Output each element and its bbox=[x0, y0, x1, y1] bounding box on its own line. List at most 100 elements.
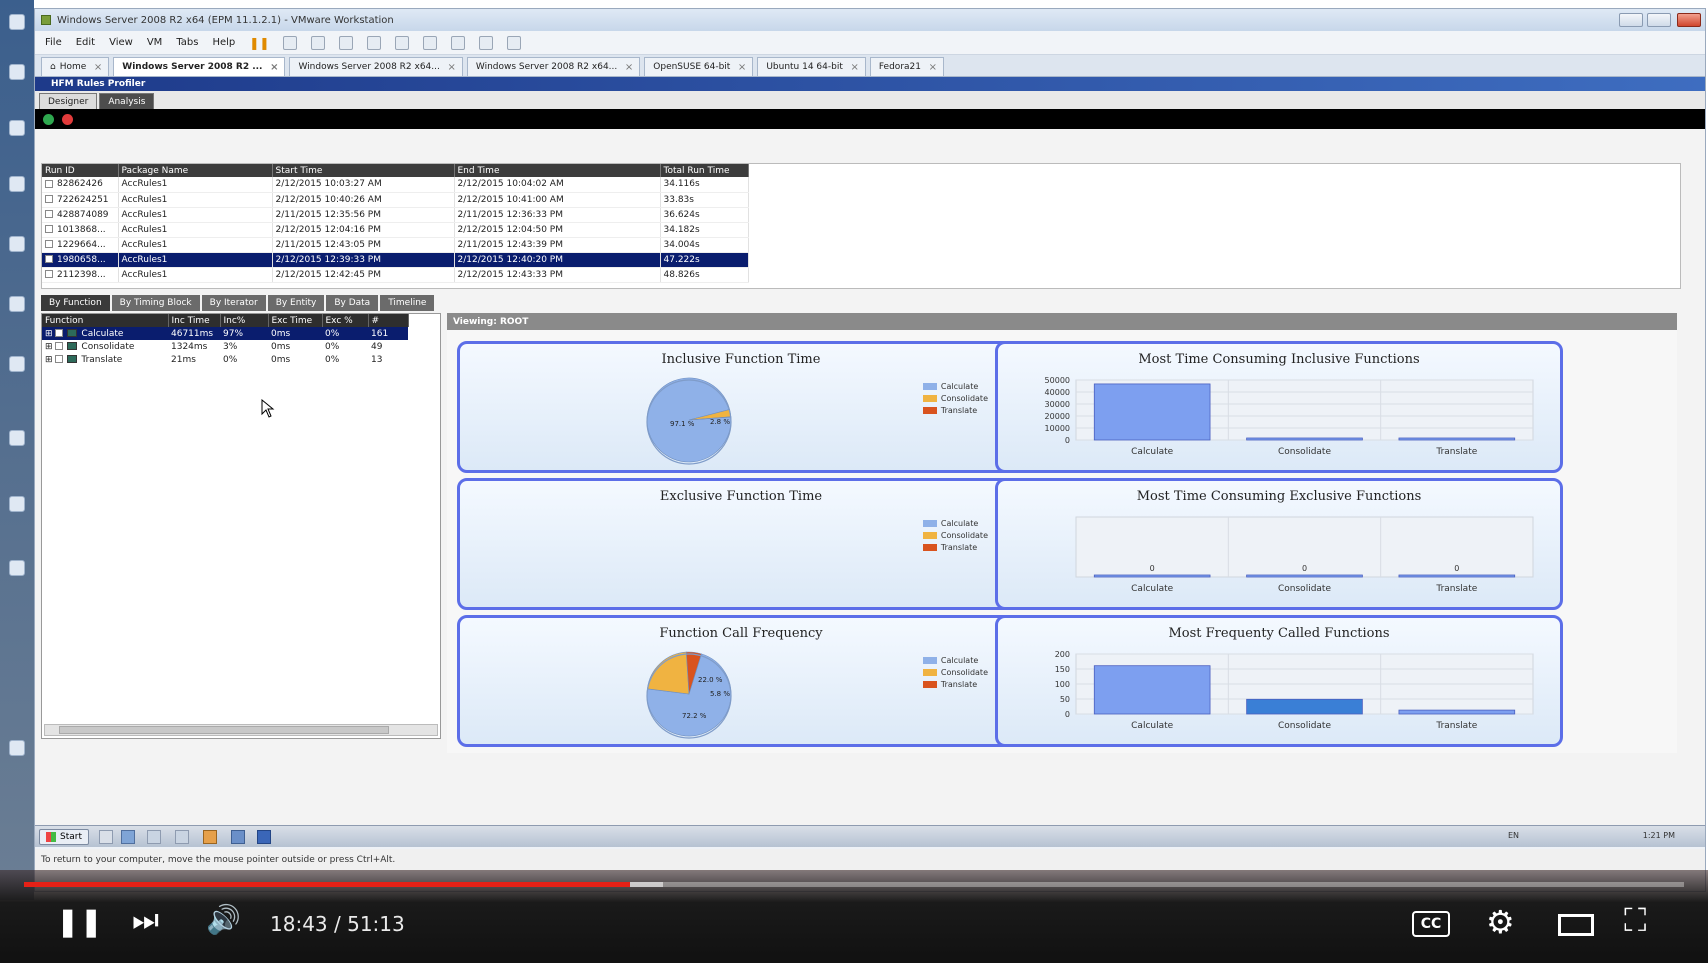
menu-file[interactable]: File bbox=[45, 37, 62, 48]
row-checkbox[interactable] bbox=[45, 270, 53, 278]
desktop-icon[interactable] bbox=[9, 236, 25, 252]
clock[interactable]: 1:21 PM bbox=[1643, 831, 1675, 840]
refresh-icon[interactable] bbox=[43, 113, 54, 125]
tab-by-entity[interactable]: By Entity bbox=[267, 295, 325, 311]
close-tab-icon[interactable]: × bbox=[270, 62, 278, 73]
pause-icon[interactable]: ❚❚ bbox=[249, 36, 269, 50]
taskbar-app-icon[interactable] bbox=[257, 830, 271, 844]
column-header[interactable]: # bbox=[368, 314, 409, 327]
stop-icon[interactable] bbox=[62, 113, 73, 125]
theater-mode-icon[interactable] bbox=[1558, 914, 1594, 936]
tab-opensuse[interactable]: OpenSUSE 64-bit × bbox=[644, 57, 754, 76]
desktop-icon[interactable] bbox=[9, 64, 25, 80]
close-tab-icon[interactable]: × bbox=[850, 62, 858, 73]
row-checkbox[interactable] bbox=[45, 179, 53, 188]
minimize-button[interactable] bbox=[1619, 13, 1643, 27]
tab-by-timing-block[interactable]: By Timing Block bbox=[111, 295, 200, 311]
menu-edit[interactable]: Edit bbox=[76, 37, 95, 48]
desktop-icon[interactable] bbox=[9, 14, 25, 30]
taskbar-app-icon[interactable] bbox=[203, 830, 217, 844]
tab-windows-server-3[interactable]: Windows Server 2008 R2 x64... × bbox=[466, 57, 641, 76]
desktop-icon[interactable] bbox=[9, 740, 25, 756]
close-tab-icon[interactable]: × bbox=[929, 62, 937, 73]
taskbar-app-icon[interactable] bbox=[99, 830, 113, 844]
tab-designer[interactable]: Designer bbox=[39, 93, 98, 109]
function-row[interactable]: ⊞ Calculate 46711ms 97% 0ms 0% 161 bbox=[42, 327, 408, 340]
horizontal-scrollbar[interactable] bbox=[44, 724, 438, 736]
snapshot-icon[interactable] bbox=[311, 35, 326, 50]
desktop-icon[interactable] bbox=[9, 560, 25, 576]
revert-snapshot-icon[interactable] bbox=[339, 35, 354, 50]
row-checkbox[interactable] bbox=[45, 225, 53, 233]
snapshot-manager-icon[interactable] bbox=[367, 35, 382, 50]
tab-timeline[interactable]: Timeline bbox=[380, 295, 435, 311]
tab-ubuntu[interactable]: Ubuntu 14 64-bit × bbox=[757, 57, 866, 76]
column-header[interactable]: End Time bbox=[454, 164, 661, 177]
desktop-icon[interactable] bbox=[9, 176, 25, 192]
tab-analysis[interactable]: Analysis bbox=[99, 93, 155, 109]
run-row[interactable]: 82862426 AccRules1 2/12/2015 10:03:27 AM 2/… bbox=[42, 177, 749, 193]
send-ctrl-alt-del-icon[interactable] bbox=[283, 35, 298, 50]
menu-view[interactable]: View bbox=[109, 37, 133, 48]
tab-windows-server-active[interactable]: Windows Server 2008 R2 ... × bbox=[113, 57, 286, 76]
row-checkbox[interactable] bbox=[55, 342, 64, 350]
preferences-icon[interactable] bbox=[507, 35, 522, 50]
desktop-icon[interactable] bbox=[9, 430, 25, 446]
menu-vm[interactable]: VM bbox=[147, 37, 162, 48]
taskbar-app-icon[interactable] bbox=[175, 830, 189, 844]
row-checkbox[interactable] bbox=[55, 329, 64, 337]
expand-icon[interactable]: ⊞ bbox=[45, 355, 55, 365]
desktop-icon[interactable] bbox=[9, 120, 25, 136]
row-checkbox[interactable] bbox=[45, 240, 53, 248]
row-checkbox[interactable] bbox=[55, 355, 64, 363]
close-tab-icon[interactable]: × bbox=[447, 62, 455, 73]
taskbar-app-icon[interactable] bbox=[147, 830, 161, 844]
column-header[interactable]: Start Time bbox=[272, 164, 455, 177]
run-row[interactable]: 428874089 AccRules1 2/11/2015 12:35:56 PM 2… bbox=[42, 207, 749, 223]
column-header[interactable]: Function bbox=[42, 314, 169, 327]
close-tab-icon[interactable]: × bbox=[625, 62, 633, 73]
menu-tabs[interactable]: Tabs bbox=[176, 37, 198, 48]
column-header[interactable]: Package Name bbox=[118, 164, 273, 177]
desktop-icon[interactable] bbox=[9, 496, 25, 512]
video-progress-bar[interactable] bbox=[24, 882, 1684, 887]
run-row[interactable]: 2112398... AccRules1 2/12/2015 12:42:45 PM… bbox=[42, 267, 749, 283]
language-indicator[interactable]: EN bbox=[1508, 831, 1519, 840]
row-checkbox[interactable] bbox=[45, 210, 53, 218]
tab-by-data[interactable]: By Data bbox=[326, 295, 379, 311]
row-checkbox[interactable] bbox=[45, 195, 53, 203]
volume-icon[interactable]: 🔊 bbox=[206, 906, 241, 934]
fullscreen-icon[interactable]: ⛶ bbox=[1624, 904, 1646, 936]
close-tab-icon[interactable]: × bbox=[738, 62, 746, 73]
column-header[interactable]: Run ID bbox=[42, 164, 119, 177]
sidebar-toggle-icon[interactable] bbox=[395, 35, 410, 50]
unity-icon[interactable] bbox=[479, 35, 494, 50]
run-row[interactable]: 1980658... AccRules1 2/12/2015 12:39:33 PM… bbox=[42, 252, 749, 268]
captions-button[interactable]: CC bbox=[1412, 911, 1450, 937]
column-header[interactable]: Exc % bbox=[322, 314, 369, 327]
start-button[interactable]: Start bbox=[39, 829, 89, 845]
tab-home[interactable]: ⌂ Home × bbox=[41, 57, 110, 76]
maximize-button[interactable] bbox=[1647, 13, 1671, 27]
expand-icon[interactable]: ⊞ bbox=[45, 329, 55, 339]
menu-help[interactable]: Help bbox=[212, 37, 235, 48]
taskbar-app-icon[interactable] bbox=[231, 830, 245, 844]
pause-icon[interactable]: ❚❚ bbox=[56, 908, 103, 936]
close-button[interactable] bbox=[1677, 13, 1701, 27]
column-header[interactable]: Exc Time bbox=[268, 314, 323, 327]
expand-icon[interactable]: ⊞ bbox=[45, 342, 55, 352]
function-row[interactable]: ⊞ Consolidate 1324ms 3% 0ms 0% 49 bbox=[42, 340, 408, 353]
tab-windows-server-2[interactable]: Windows Server 2008 R2 x64... × bbox=[289, 57, 463, 76]
tab-by-function[interactable]: By Function bbox=[41, 295, 110, 311]
tab-fedora[interactable]: Fedora21 × bbox=[869, 57, 944, 76]
run-row[interactable]: 1013868... AccRules1 2/12/2015 12:04:16 PM… bbox=[42, 222, 749, 238]
settings-gear-icon[interactable]: ⚙ bbox=[1486, 906, 1515, 938]
close-tab-icon[interactable]: × bbox=[94, 62, 102, 73]
column-header[interactable]: Total Run Time bbox=[660, 164, 749, 177]
console-view-icon[interactable] bbox=[423, 35, 438, 50]
scrollbar-thumb[interactable] bbox=[59, 726, 389, 734]
desktop-icon[interactable] bbox=[9, 356, 25, 372]
next-icon[interactable]: ⏭ bbox=[132, 906, 159, 936]
run-row[interactable]: 722624251 AccRules1 2/12/2015 10:40:26 AM 2… bbox=[42, 192, 749, 208]
desktop-icon[interactable] bbox=[9, 296, 25, 312]
